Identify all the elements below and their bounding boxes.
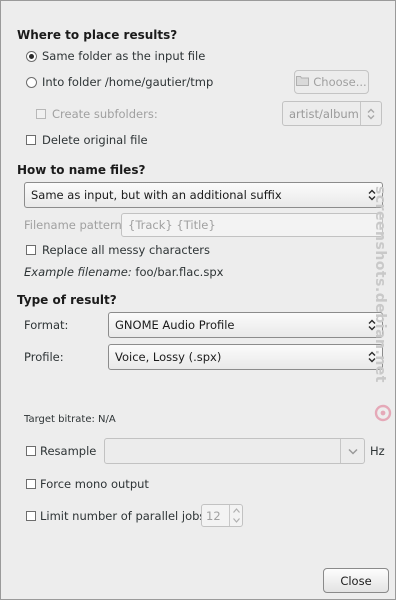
filename-pattern-input[interactable]: {Track} {Title} bbox=[121, 213, 383, 237]
hz-unit-label: Hz bbox=[370, 444, 385, 458]
resample-rate-combo[interactable] bbox=[104, 438, 365, 464]
format-combo[interactable]: GNOME Audio Profile bbox=[108, 312, 383, 338]
format-label: Format: bbox=[24, 318, 69, 332]
watermark-text: screenshots.debian.net bbox=[372, 186, 388, 383]
parallel-jobs-value: 12 bbox=[206, 508, 221, 523]
profile-value: Voice, Lossy (.spx) bbox=[115, 350, 222, 364]
replace-messy-label[interactable]: Replace all messy characters bbox=[42, 243, 210, 257]
format-value: GNOME Audio Profile bbox=[115, 318, 235, 332]
close-button-label: Close bbox=[340, 573, 372, 588]
delete-original-checkbox[interactable] bbox=[26, 135, 36, 145]
resample-checkbox[interactable] bbox=[26, 446, 36, 456]
force-mono-label[interactable]: Force mono output bbox=[40, 477, 149, 491]
subfolder-format-value: artist/album bbox=[289, 106, 359, 121]
chevron-down-icon bbox=[340, 439, 364, 463]
into-folder-radio[interactable] bbox=[26, 77, 37, 88]
replace-messy-checkbox[interactable] bbox=[26, 245, 36, 255]
filename-pattern-label: Filename pattern: bbox=[24, 218, 126, 232]
choose-folder-label: Choose... bbox=[313, 75, 367, 89]
updown-arrows-icon bbox=[360, 102, 381, 125]
profile-combo[interactable]: Voice, Lossy (.spx) bbox=[108, 344, 383, 370]
into-folder-label[interactable]: Into folder /home/gautier/tmp bbox=[42, 75, 213, 89]
naming-scheme-combo[interactable]: Same as input, but with an additional su… bbox=[24, 182, 383, 208]
debian-swirl-icon bbox=[373, 403, 393, 423]
close-button[interactable]: Close bbox=[323, 568, 389, 593]
target-bitrate-text: Target bitrate: N/A bbox=[24, 414, 116, 425]
resample-label[interactable]: Resample bbox=[40, 444, 96, 458]
subfolder-format-combo[interactable]: artist/album bbox=[282, 101, 382, 126]
parallel-jobs-spinner[interactable]: 12 bbox=[201, 504, 243, 527]
preferences-dialog: Where to place results? Same folder as t… bbox=[0, 0, 396, 600]
placement-section-title: Where to place results? bbox=[17, 28, 178, 42]
force-mono-checkbox[interactable] bbox=[26, 479, 36, 489]
example-filename-prefix: Example filename: bbox=[24, 265, 132, 279]
limit-jobs-label[interactable]: Limit number of parallel jobs bbox=[40, 509, 205, 523]
filename-pattern-value: {Track} {Title} bbox=[128, 218, 216, 232]
naming-scheme-value: Same as input, but with an additional su… bbox=[31, 188, 282, 202]
result-section-title: Type of result? bbox=[17, 293, 117, 307]
create-subfolders-checkbox[interactable] bbox=[36, 109, 46, 119]
choose-folder-button[interactable]: Choose... bbox=[294, 70, 369, 94]
profile-label: Profile: bbox=[24, 350, 64, 364]
same-folder-label[interactable]: Same folder as the input file bbox=[42, 49, 205, 63]
example-filename-value: foo/bar.flac.spx bbox=[135, 265, 224, 279]
same-folder-radio[interactable] bbox=[26, 51, 37, 62]
naming-section-title: How to name files? bbox=[17, 163, 146, 177]
spinner-arrows-icon bbox=[229, 505, 242, 526]
limit-jobs-checkbox[interactable] bbox=[26, 511, 36, 521]
folder-icon bbox=[296, 75, 310, 89]
delete-original-label[interactable]: Delete original file bbox=[42, 133, 148, 147]
example-filename: Example filename: foo/bar.flac.spx bbox=[24, 265, 223, 279]
create-subfolders-label: Create subfolders: bbox=[52, 107, 158, 121]
